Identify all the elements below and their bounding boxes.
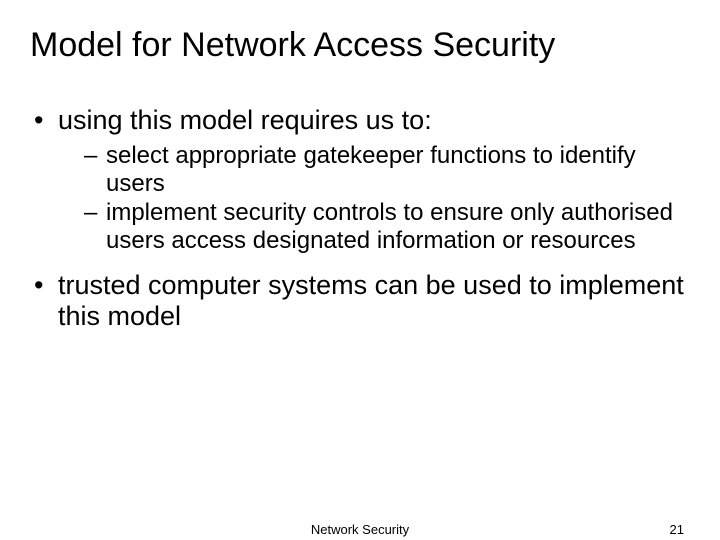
sub-bullet-item: implement security controls to ensure on… bbox=[58, 199, 690, 254]
sub-bullet-item: select appropriate gatekeeper functions … bbox=[58, 142, 690, 197]
slide-title: Model for Network Access Security bbox=[30, 26, 690, 65]
sub-bullet-text: select appropriate gatekeeper functions … bbox=[106, 142, 636, 197]
bullet-item: trusted computer systems can be used to … bbox=[30, 270, 690, 332]
sub-bullet-text: implement security controls to ensure on… bbox=[106, 199, 673, 254]
bullet-text: using this model requires us to: bbox=[58, 105, 432, 135]
sub-bullet-list: select appropriate gatekeeper functions … bbox=[58, 142, 690, 254]
slide-content: using this model requires us to: select … bbox=[30, 105, 690, 333]
bullet-text: trusted computer systems can be used to … bbox=[58, 270, 684, 331]
footer-label: Network Security bbox=[311, 522, 409, 537]
bullet-list: using this model requires us to: select … bbox=[30, 105, 690, 333]
page-number: 21 bbox=[670, 522, 684, 537]
bullet-item: using this model requires us to: select … bbox=[30, 105, 690, 254]
slide: Model for Network Access Security using … bbox=[0, 0, 720, 540]
